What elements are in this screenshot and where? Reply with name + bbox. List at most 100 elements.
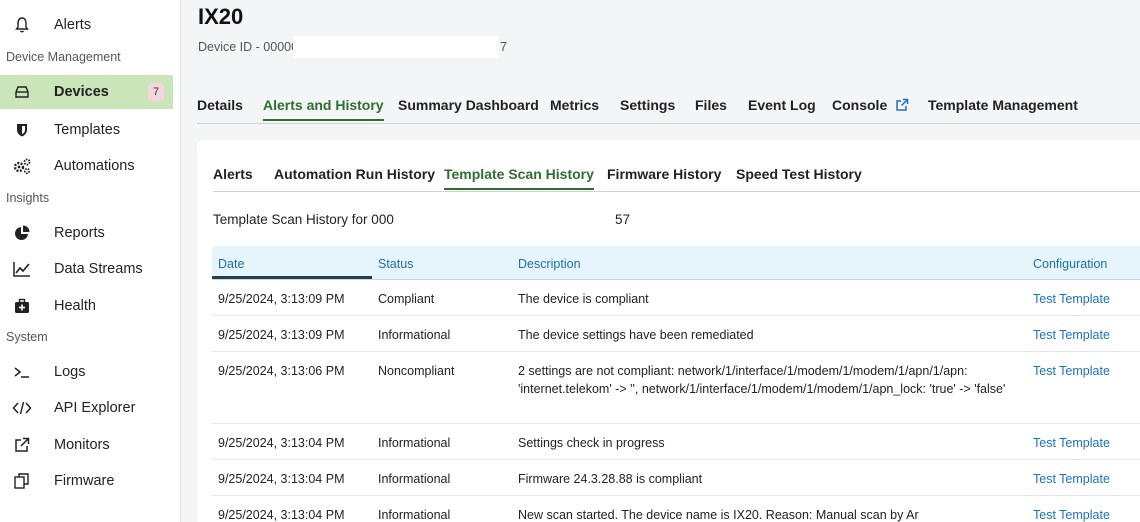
code-icon: [12, 398, 32, 418]
cell-status: Informational: [378, 328, 451, 342]
sidebar-item-monitors[interactable]: Monitors: [0, 428, 173, 462]
medkit-icon: [12, 296, 32, 316]
redaction-mask: [395, 208, 613, 230]
tab-files[interactable]: Files: [695, 97, 727, 113]
cell-status: Informational: [378, 508, 451, 522]
sidebar-item-label: Templates: [54, 122, 121, 138]
table-row: 9/25/2024, 3:13:09 PM Informational The …: [212, 316, 1140, 352]
sidebar-item-label: Monitors: [54, 437, 110, 453]
cell-date: 9/25/2024, 3:13:06 PM: [218, 364, 345, 378]
scan-history-table: Date Status Description Configuration 9/…: [212, 246, 1140, 522]
configuration-link[interactable]: Test Template: [1033, 290, 1110, 308]
history-subtabs: Alerts Automation Run History Template S…: [213, 166, 1140, 192]
scan-history-heading-prefix: Template Scan History for 000: [213, 212, 394, 227]
sidebar-item-label: Data Streams: [54, 261, 143, 277]
cell-description: 2 settings are not compliant: network/1/…: [518, 364, 1006, 396]
table-row: 9/25/2024, 3:13:04 PM Informational Sett…: [212, 424, 1140, 460]
scan-history-heading-suffix: 57: [615, 212, 631, 227]
tab-metrics[interactable]: Metrics: [550, 97, 599, 113]
sidebar-item-data-streams[interactable]: Data Streams: [0, 252, 173, 286]
table-row: 9/25/2024, 3:13:09 PM Compliant The devi…: [212, 280, 1140, 316]
sidebar-item-label: Logs: [54, 364, 86, 380]
pie-chart-icon: [12, 223, 32, 243]
tab-console[interactable]: Console: [832, 97, 909, 115]
device-count-badge: 7: [148, 83, 164, 101]
sidebar-item-automations[interactable]: Automations: [0, 149, 173, 183]
tab-details[interactable]: Details: [197, 97, 243, 113]
page-title: IX20: [198, 4, 244, 29]
copy-icon: [12, 471, 32, 491]
cell-description: New scan started. The device name is IX2…: [518, 508, 919, 522]
redaction-mask: [293, 36, 499, 58]
sidebar-item-templates[interactable]: Templates: [0, 113, 173, 147]
device-id-prefix: Device ID - 00000: [198, 40, 299, 54]
sidebar-item-health[interactable]: Health: [0, 289, 173, 323]
section-label-device-management: Device Management: [6, 50, 121, 64]
configuration-link[interactable]: Test Template: [1033, 326, 1110, 344]
tab-event-log[interactable]: Event Log: [748, 97, 816, 113]
subtab-alerts[interactable]: Alerts: [213, 166, 253, 182]
tab-template-management[interactable]: Template Management: [928, 97, 1078, 113]
subtab-template-scan-history[interactable]: Template Scan History: [444, 166, 594, 190]
tab-settings[interactable]: Settings: [620, 97, 675, 113]
table-row: 9/25/2024, 3:13:04 PM Informational New …: [212, 496, 1140, 522]
sidebar-item-label: Health: [54, 298, 96, 314]
configuration-link[interactable]: Test Template: [1033, 362, 1110, 380]
device-drive-icon: [12, 82, 32, 102]
cell-description: The device settings have been remediated: [518, 328, 754, 342]
configuration-link[interactable]: Test Template: [1033, 434, 1110, 452]
sidebar-item-reports[interactable]: Reports: [0, 216, 173, 250]
section-label-system: System: [6, 330, 48, 344]
sidebar-item-devices[interactable]: Devices 7: [0, 75, 173, 109]
table-header: Date Status Description Configuration: [212, 246, 1140, 280]
sidebar-item-label: Alerts: [54, 17, 92, 33]
cell-date: 9/25/2024, 3:13:09 PM: [218, 328, 345, 342]
sidebar-item-api-explorer[interactable]: API Explorer: [0, 391, 173, 425]
tab-alerts-and-history[interactable]: Alerts and History: [263, 97, 384, 121]
terminal-icon: [12, 362, 32, 382]
sidebar-item-label: Devices: [54, 84, 109, 100]
subtab-automation-run-history[interactable]: Automation Run History: [274, 166, 435, 182]
device-id: Device ID - 00000: [198, 40, 298, 54]
gears-icon: [12, 156, 32, 176]
sidebar: Alerts Device Management Devices 7 Templ…: [0, 0, 181, 522]
cell-description: Settings check in progress: [518, 436, 665, 450]
table-row: 9/25/2024, 3:13:06 PM Noncompliant 2 set…: [212, 352, 1140, 424]
sidebar-item-label: Reports: [54, 225, 105, 241]
scan-history-heading: Template Scan History for 000: [213, 212, 394, 227]
subtab-firmware-history[interactable]: Firmware History: [607, 166, 721, 182]
main-content: IX20 Device ID - 00000 7 Details Alerts …: [181, 0, 1140, 522]
cell-date: 9/25/2024, 3:13:04 PM: [218, 508, 345, 522]
cell-description: Firmware 24.3.28.88 is compliant: [518, 472, 703, 486]
device-id-suffix: 7: [500, 40, 507, 54]
cell-status: Noncompliant: [378, 364, 455, 378]
tab-summary-dashboard[interactable]: Summary Dashboard: [398, 97, 539, 113]
cell-status: Compliant: [378, 292, 435, 306]
history-card: Alerts Automation Run History Template S…: [197, 140, 1140, 522]
section-label-insights: Insights: [6, 191, 50, 205]
cell-status: Informational: [378, 436, 451, 450]
device-tabs: Details Alerts and History Summary Dashb…: [197, 92, 1140, 124]
column-header-configuration[interactable]: Configuration: [1033, 257, 1107, 271]
shield-icon: [12, 120, 32, 140]
cell-date: 9/25/2024, 3:13:04 PM: [218, 436, 345, 450]
sidebar-item-label: Automations: [54, 158, 135, 174]
tab-console-label: Console: [832, 97, 888, 113]
cell-status: Informational: [378, 472, 451, 486]
configuration-link[interactable]: Test Template: [1033, 470, 1110, 488]
sidebar-item-firmware[interactable]: Firmware: [0, 464, 173, 498]
column-header-description[interactable]: Description: [518, 257, 1018, 271]
subtab-speed-test-history[interactable]: Speed Test History: [736, 166, 862, 182]
line-chart-icon: [12, 259, 32, 279]
column-header-date[interactable]: Date: [218, 257, 244, 271]
cell-description: The device is compliant: [518, 292, 649, 306]
sidebar-item-logs[interactable]: Logs: [0, 355, 173, 389]
cell-date: 9/25/2024, 3:13:09 PM: [218, 292, 345, 306]
external-link-icon: [12, 435, 32, 455]
column-header-status[interactable]: Status: [378, 257, 413, 271]
configuration-link[interactable]: Test Template: [1033, 506, 1110, 522]
table-row: 9/25/2024, 3:13:04 PM Informational Firm…: [212, 460, 1140, 496]
sidebar-item-label: API Explorer: [54, 400, 136, 416]
external-link-icon: [895, 98, 909, 115]
sidebar-item-alerts[interactable]: Alerts: [0, 8, 173, 42]
